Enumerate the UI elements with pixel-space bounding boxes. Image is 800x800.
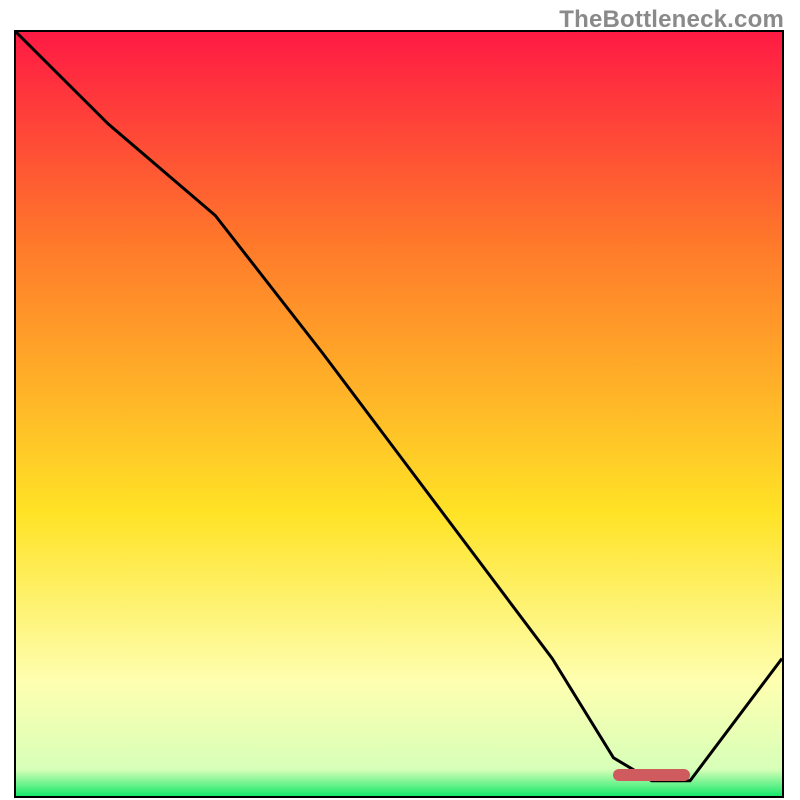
optimal-range-marker: [613, 769, 690, 781]
bottleneck-curve: [16, 32, 782, 796]
curve-path: [16, 32, 782, 781]
chart-frame: [14, 30, 784, 798]
